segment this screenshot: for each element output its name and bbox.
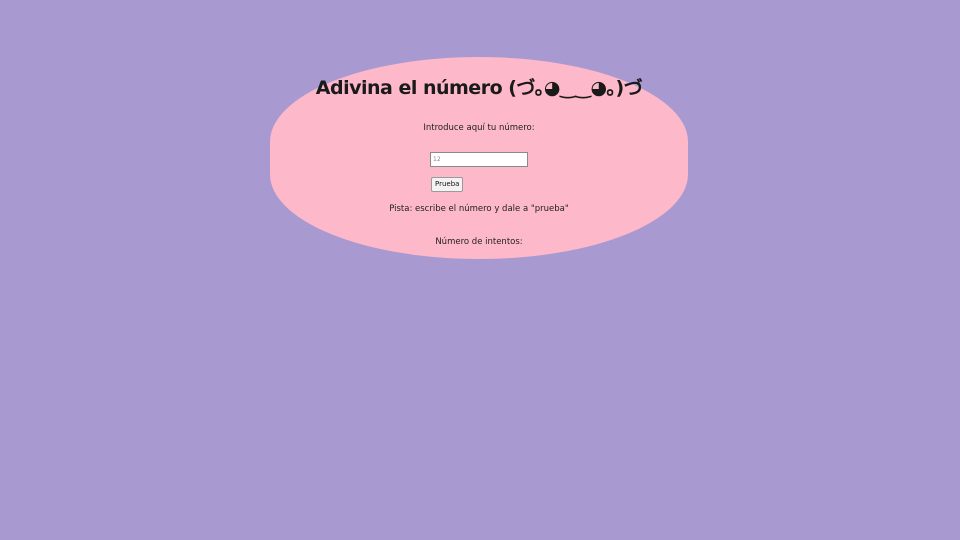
attempts-label: Número de intentos: [435,237,523,247]
page-title: Adivina el número (づ｡◕‿‿◕｡)づ [315,77,643,99]
number-input[interactable] [430,152,528,167]
try-button[interactable]: Prueba [431,177,464,192]
hint-text: Pista: escribe el número y dale a "prueb… [389,204,569,214]
game-card: Adivina el número (づ｡◕‿‿◕｡)づ Introduce a… [270,57,688,259]
number-prompt-label: Introduce aquí tu número: [423,123,535,133]
